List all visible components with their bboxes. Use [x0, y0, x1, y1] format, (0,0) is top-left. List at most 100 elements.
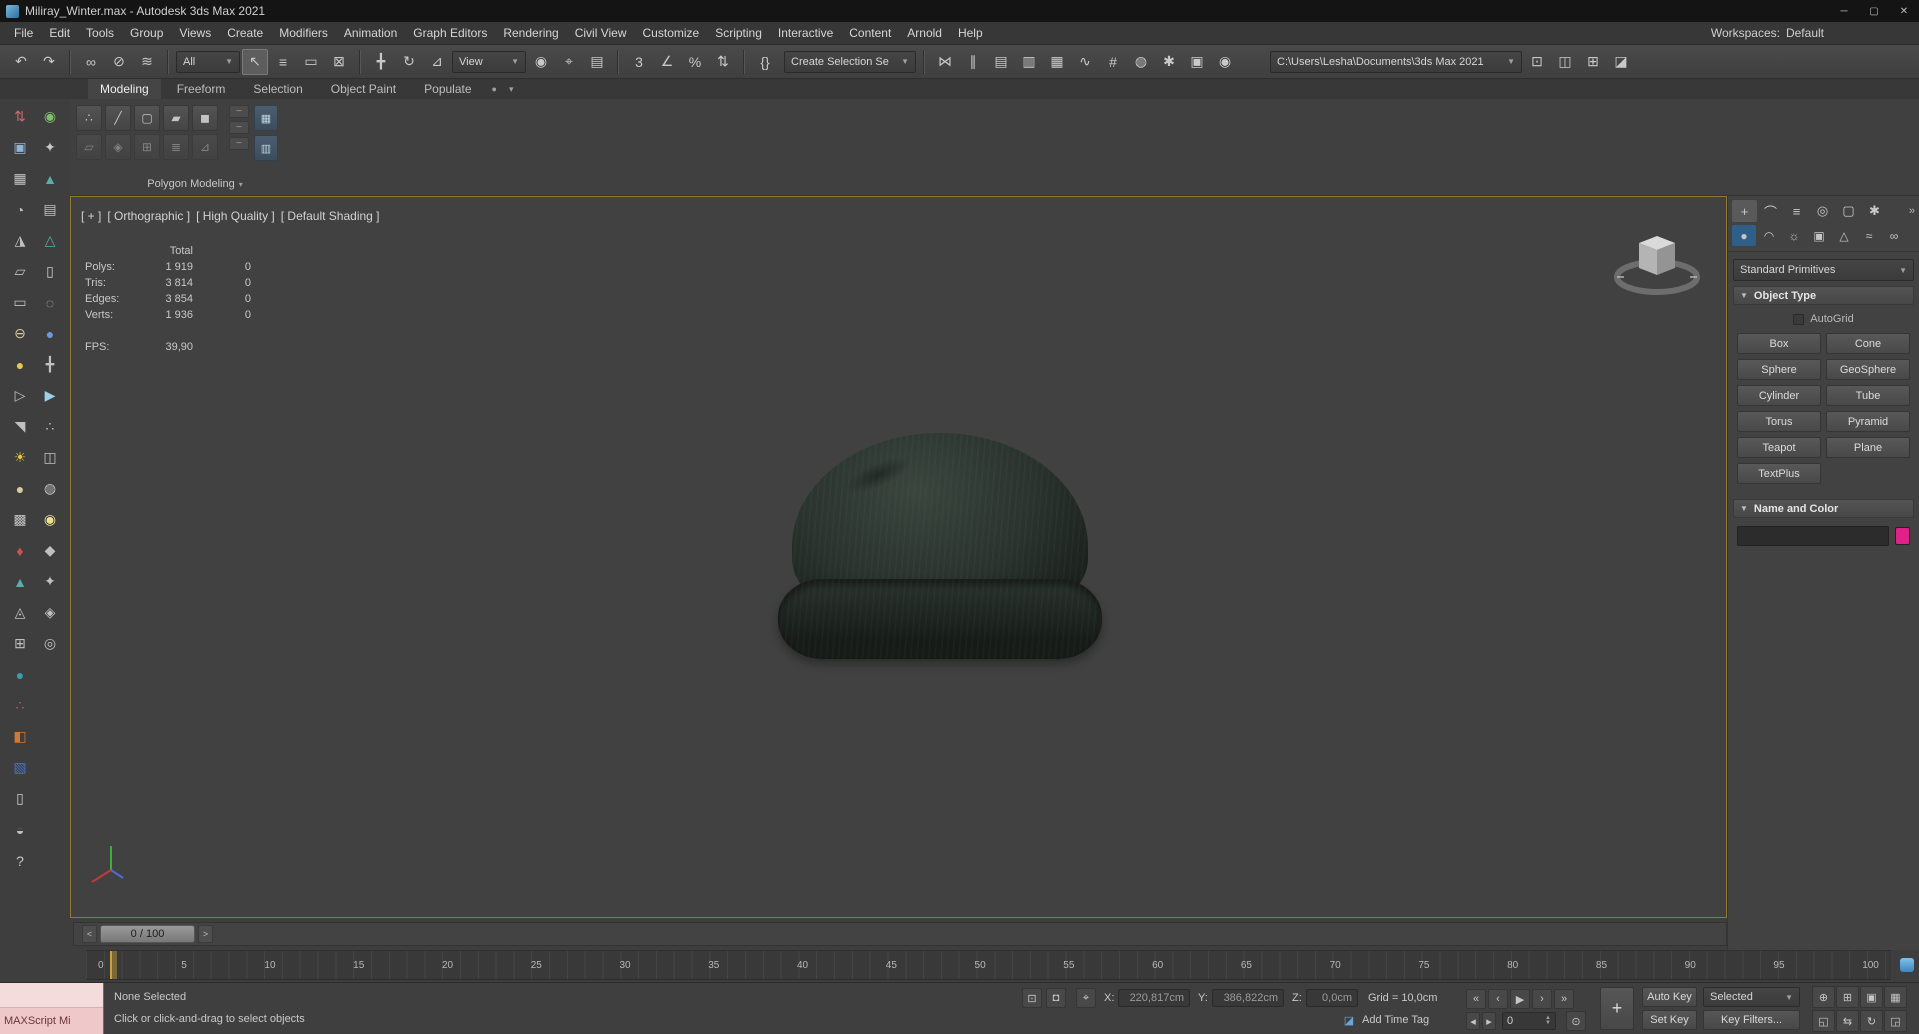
key-set-dropdown[interactable]: Selected ▼	[1703, 987, 1800, 1007]
maxscript-macro-line[interactable]	[0, 983, 103, 1008]
dock-tool-button[interactable]: ◬	[5, 597, 35, 628]
spinner-snap-toggle[interactable]: ⇅	[710, 49, 736, 75]
curve-editor-button[interactable]: ∿	[1072, 49, 1098, 75]
object-type-button[interactable]: Tube	[1826, 385, 1910, 406]
dock-tool-button[interactable]: ✦	[35, 132, 65, 163]
ribbon-toggle-button[interactable]: ▦	[254, 105, 278, 131]
time-configuration-button[interactable]: +	[1600, 987, 1634, 1030]
edit-named-selection-sets-button[interactable]: {}	[752, 49, 778, 75]
select-and-manipulate-button[interactable]: ⌖	[556, 49, 582, 75]
play-button[interactable]: ▶	[1510, 989, 1530, 1009]
ribbon-small-button[interactable]: ≣	[163, 134, 189, 160]
dock-tool-button[interactable]: ◧	[5, 721, 35, 752]
unlink-selection-button[interactable]: ⊘	[106, 49, 132, 75]
y-coordinate-field[interactable]: 386,822cm	[1212, 989, 1284, 1007]
zoom-extents-all-button[interactable]: ▦	[1884, 986, 1907, 1008]
menu-item[interactable]: Civil View	[567, 22, 635, 44]
window-crossing-toggle[interactable]: ⊠	[326, 49, 352, 75]
dock-tool-button[interactable]: ◎	[35, 628, 65, 659]
object-name-input[interactable]	[1737, 526, 1889, 546]
view-cube[interactable]	[1612, 223, 1702, 306]
ribbon-mini-button[interactable]: ─	[229, 121, 249, 134]
ribbon-record-icon[interactable]: ●	[488, 79, 501, 99]
menu-item[interactable]: Help	[950, 22, 991, 44]
utilities-tab[interactable]: ✱	[1862, 200, 1887, 222]
dock-tool-button[interactable]: ✦	[35, 566, 65, 597]
dock-tool-button[interactable]: ◈	[35, 597, 65, 628]
object-type-button[interactable]: Cylinder	[1737, 385, 1821, 406]
bind-to-space-warp-button[interactable]: ≋	[134, 49, 160, 75]
selection-lock-toggle[interactable]: ◘	[1046, 988, 1066, 1008]
current-frame-field[interactable]: 0 ▲ ▼	[1502, 1012, 1556, 1030]
dock-tool-button[interactable]: ●	[5, 473, 35, 504]
toolbar-button[interactable]: ⊡	[1524, 49, 1550, 75]
dock-tool-button[interactable]: ▩	[5, 504, 35, 535]
redo-button[interactable]: ↷	[36, 49, 62, 75]
shapes-category[interactable]: ◠	[1757, 225, 1781, 246]
panel-overflow-icon[interactable]: »	[1909, 205, 1915, 217]
dock-tool-button[interactable]: ▧	[5, 752, 35, 783]
ribbon-tab[interactable]: Object Paint	[319, 79, 408, 99]
dock-tool-button[interactable]: ▲	[5, 566, 35, 597]
space-warps-category[interactable]: ≈	[1857, 225, 1881, 246]
previous-frame-arrow[interactable]: <	[82, 925, 97, 943]
object-type-button[interactable]: Pyramid	[1826, 411, 1910, 432]
use-pivot-point-center-button[interactable]: ◉	[528, 49, 554, 75]
render-production-button[interactable]: ◉	[1212, 49, 1238, 75]
pan-button[interactable]: ⇆	[1836, 1010, 1859, 1032]
dock-tool-button[interactable]: ▶	[35, 380, 65, 411]
named-selection-sets-dropdown[interactable]: Create Selection Se ▼	[784, 50, 916, 73]
dock-tool-button[interactable]: ◒	[5, 814, 35, 845]
dock-tool-button[interactable]: ▦	[5, 163, 35, 194]
percent-snap-toggle[interactable]: %	[682, 49, 708, 75]
dock-tool-button[interactable]: ▲	[35, 163, 65, 194]
menu-item[interactable]: Content	[841, 22, 899, 44]
current-frame-marker[interactable]	[110, 951, 117, 979]
dock-tool-button[interactable]: ∴	[35, 411, 65, 442]
cameras-category[interactable]: ▣	[1807, 225, 1831, 246]
vertex-mode-button[interactable]: ∴	[76, 105, 102, 131]
menu-item[interactable]: Arnold	[899, 22, 950, 44]
schematic-view-button[interactable]: #	[1100, 49, 1126, 75]
time-slider[interactable]: 0 / 100	[100, 925, 195, 943]
dock-tool-button[interactable]: ◉	[35, 101, 65, 132]
beanie-model[interactable]	[778, 433, 1102, 659]
dock-tool-button[interactable]: ▭	[5, 287, 35, 318]
object-type-button[interactable]: Sphere	[1737, 359, 1821, 380]
dock-tool-button[interactable]: ●	[5, 349, 35, 380]
menu-item[interactable]: Scripting	[707, 22, 770, 44]
minimize-button[interactable]: ─	[1829, 0, 1859, 22]
toggle-layer-explorer-button[interactable]: ▥	[1016, 49, 1042, 75]
next-frame-button[interactable]: ›	[1532, 989, 1552, 1009]
object-type-button[interactable]: Torus	[1737, 411, 1821, 432]
dock-tool-button[interactable]: ╋	[35, 349, 65, 380]
toolbar-button[interactable]: ◪	[1608, 49, 1634, 75]
menu-item[interactable]: Edit	[41, 22, 78, 44]
object-type-button[interactable]: TextPlus	[1737, 463, 1821, 484]
rendered-frame-window-button[interactable]: ▣	[1184, 49, 1210, 75]
orbit-button[interactable]: ↻	[1860, 1010, 1883, 1032]
add-time-tag[interactable]: Add Time Tag	[1362, 1014, 1429, 1026]
helpers-category[interactable]: △	[1832, 225, 1856, 246]
object-type-button[interactable]: Teapot	[1737, 437, 1821, 458]
maxscript-mini-listener[interactable]: MAXScript Mi	[0, 983, 104, 1034]
zoom-button[interactable]: ⊕	[1812, 986, 1835, 1008]
dock-tool-button[interactable]: ⇅	[5, 101, 35, 132]
ribbon-mini-button[interactable]: ─	[229, 137, 249, 150]
next-frame-arrow[interactable]: >	[198, 925, 213, 943]
viewport-label-segment[interactable]: [ Default Shading ]	[281, 209, 380, 223]
previous-key-button[interactable]: ◂	[1466, 1012, 1480, 1030]
border-mode-button[interactable]: ▢	[134, 105, 160, 131]
selection-filter-dropdown[interactable]: All ▼	[176, 50, 240, 73]
ribbon-toggle-button[interactable]: ▥	[254, 135, 278, 161]
workspaces-selector[interactable]: Workspaces: Default	[1711, 26, 1919, 40]
display-tab[interactable]: ▢	[1836, 200, 1861, 222]
polygon-mode-button[interactable]: ▰	[163, 105, 189, 131]
dock-tool-button[interactable]: ◥	[5, 411, 35, 442]
maximize-viewport-toggle[interactable]: ◲	[1884, 1010, 1907, 1032]
ribbon-small-button[interactable]: ⊞	[134, 134, 160, 160]
rectangular-selection-region-button[interactable]: ▭	[298, 49, 324, 75]
timeline-ruler[interactable]: 0 5 10 15 20 25 30 35 40 45 50 55 60 65 70 75 80 85 90 95 10…	[86, 950, 1891, 980]
notification-icon[interactable]	[1900, 958, 1914, 972]
select-object-button[interactable]: ↖	[242, 48, 268, 75]
